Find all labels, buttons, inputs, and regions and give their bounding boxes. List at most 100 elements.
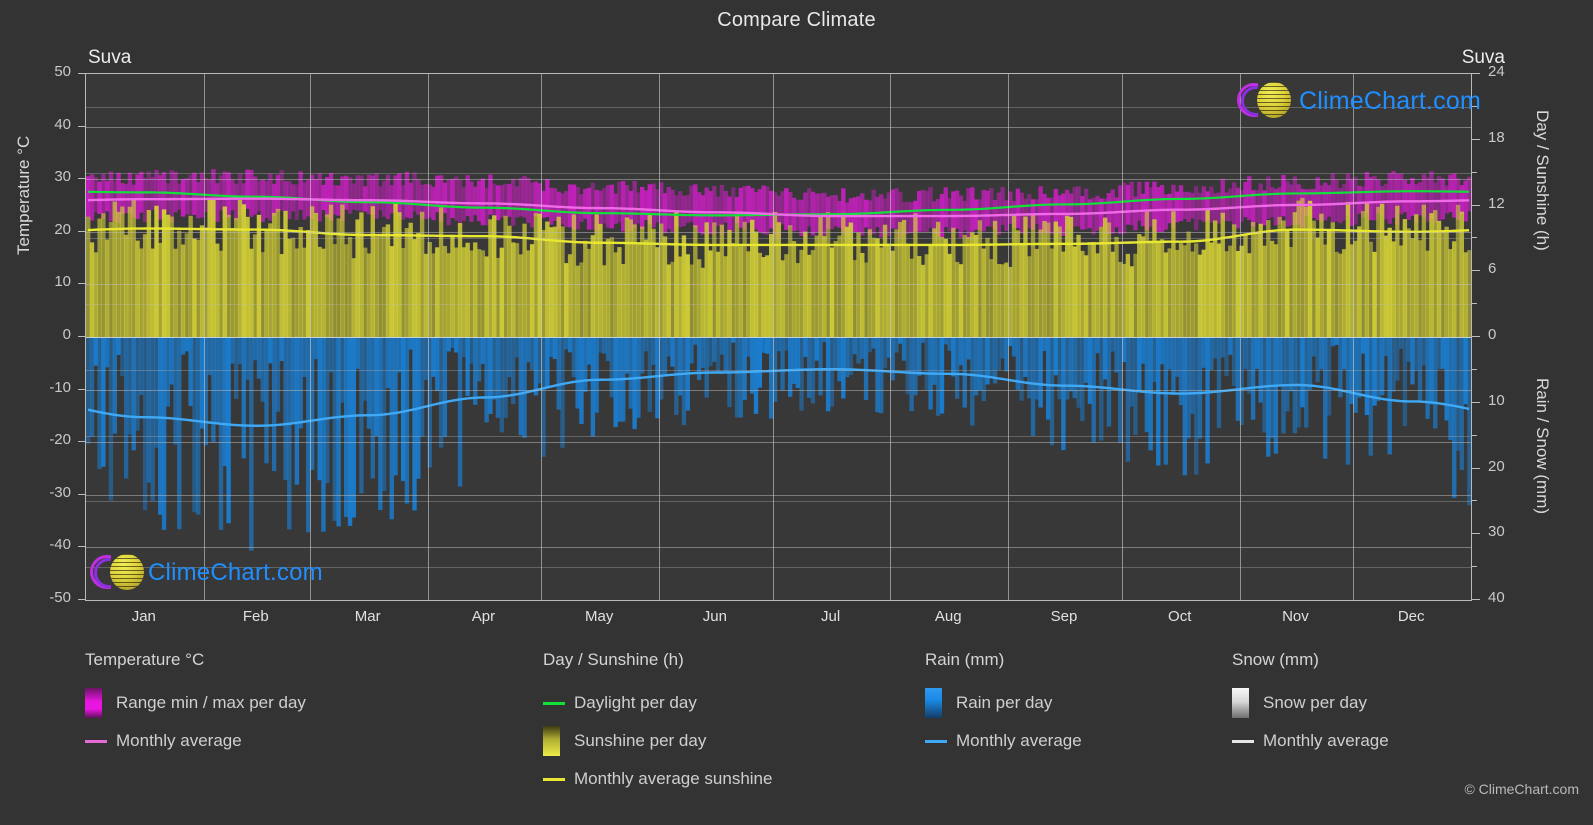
legend-item[interactable]: Rain per day bbox=[925, 684, 1082, 722]
copyright-text: © ClimeChart.com bbox=[1464, 781, 1579, 797]
gridline-horizontal bbox=[86, 126, 1471, 128]
y-tick-mark bbox=[1472, 368, 1477, 370]
x-tick-label-month: Jun bbox=[702, 608, 727, 625]
legend-item-label: Monthly average bbox=[956, 731, 1082, 750]
x-tick-label-month: Jul bbox=[821, 608, 841, 625]
y-tick-mark bbox=[1472, 434, 1477, 436]
legend-swatch bbox=[925, 688, 942, 718]
y-axis-label-day-sunshine: Day / Sunshine (h) bbox=[1533, 110, 1552, 251]
gridline-horizontal bbox=[86, 337, 1471, 338]
climechart-globe-icon bbox=[90, 551, 144, 595]
y-tick-mark bbox=[78, 336, 85, 337]
y-tick-label-day-sunshine: 12 bbox=[1488, 194, 1505, 212]
y-tick-label-temperature: 50 bbox=[54, 63, 71, 80]
y-tick-label-temperature: -30 bbox=[49, 483, 71, 501]
gridline-horizontal-minor bbox=[86, 304, 1471, 306]
legend-item[interactable]: Monthly average sunshine bbox=[543, 760, 772, 798]
y-tick-label-temperature: -40 bbox=[49, 536, 71, 554]
legend-line-swatch bbox=[85, 739, 107, 743]
logo-text: ClimeChart.com bbox=[148, 559, 323, 586]
gridline-vertical bbox=[658, 74, 660, 600]
y-tick-mark bbox=[78, 441, 85, 443]
gridline-vertical bbox=[309, 74, 311, 600]
y-tick-mark bbox=[78, 546, 85, 548]
y-tick-mark bbox=[78, 493, 85, 495]
x-tick-label-month: Feb bbox=[242, 608, 269, 625]
gridline-horizontal bbox=[86, 389, 1471, 391]
y-tick-label-rain-snow: 30 bbox=[1488, 523, 1505, 541]
y-tick-mark bbox=[78, 73, 85, 74]
gridline-horizontal bbox=[86, 442, 1471, 444]
y-tick-mark bbox=[1472, 566, 1477, 568]
legend-item[interactable]: Monthly average bbox=[925, 722, 1082, 760]
y-tick-mark bbox=[78, 125, 85, 127]
y-tick-mark bbox=[1472, 500, 1477, 502]
y-axis-label-rain-snow: Rain / Snow (mm) bbox=[1533, 378, 1552, 515]
y-tick-mark bbox=[1472, 533, 1480, 535]
legend-line bbox=[1232, 739, 1254, 743]
legend-line bbox=[543, 701, 565, 705]
y-tick-mark bbox=[78, 230, 85, 232]
y-tick-mark bbox=[78, 283, 85, 285]
gridline-horizontal-minor bbox=[86, 238, 1471, 240]
legend-group-title: Snow (mm) bbox=[1232, 650, 1319, 669]
gridline-vertical bbox=[541, 74, 543, 600]
y-tick-label-temperature: 30 bbox=[54, 168, 71, 186]
legend-group-snow: Snow (mm) Snow per day Monthly average bbox=[1232, 650, 1389, 760]
legend-items: Daylight per day Sunshine per day Monthly … bbox=[543, 684, 772, 798]
legend-item-label: Sunshine per day bbox=[574, 731, 707, 750]
x-tick-label-month: Dec bbox=[1397, 608, 1425, 625]
y-tick-label-rain-snow: 10 bbox=[1488, 391, 1505, 409]
legend-items: Snow per day Monthly average bbox=[1232, 684, 1389, 760]
gridline-vertical bbox=[1121, 74, 1123, 600]
legend-item[interactable]: Snow per day bbox=[1232, 684, 1389, 722]
legend-item-label: Monthly average sunshine bbox=[574, 769, 773, 788]
legend-group-rain: Rain (mm) Rain per day Monthly average bbox=[925, 650, 1082, 760]
gridline-horizontal bbox=[86, 284, 1471, 286]
legend-line-swatch bbox=[543, 701, 565, 705]
y-tick-mark bbox=[1472, 204, 1480, 206]
climechart-logo-bottom: ClimeChart.com bbox=[90, 551, 323, 595]
legend-item[interactable]: Sunshine per day bbox=[543, 722, 772, 760]
legend-item[interactable]: Range min / max per day bbox=[85, 684, 306, 722]
x-tick-label-month: May bbox=[584, 608, 614, 625]
y-tick-label-day-sunshine: 6 bbox=[1488, 260, 1497, 278]
legend-line bbox=[543, 777, 565, 781]
climechart-globe-icon bbox=[1237, 79, 1291, 123]
legend-group-day-sunshine: Day / Sunshine (h) Daylight per day Sunsh… bbox=[543, 650, 772, 798]
climate-plot-area[interactable] bbox=[85, 73, 1472, 601]
gridline-vertical bbox=[890, 74, 892, 600]
gridline-horizontal bbox=[86, 547, 1471, 549]
y-tick-mark bbox=[1472, 303, 1477, 305]
page-title: Compare Climate bbox=[717, 9, 876, 31]
x-tick-label-month: Apr bbox=[471, 608, 496, 625]
y-tick-mark bbox=[1472, 467, 1480, 469]
gridline-vertical bbox=[427, 74, 429, 600]
x-tick-label-month: Sep bbox=[1050, 608, 1078, 625]
gridline-vertical bbox=[1239, 74, 1241, 600]
legend-item-label: Monthly average bbox=[116, 731, 242, 750]
y-tick-mark bbox=[1472, 138, 1480, 140]
gridline-horizontal-minor bbox=[86, 369, 1471, 371]
gridline-vertical bbox=[772, 74, 774, 600]
x-tick-label-month: Mar bbox=[354, 608, 381, 625]
legend-item[interactable]: Daylight per day bbox=[543, 684, 772, 722]
gridline-vertical bbox=[1008, 74, 1010, 600]
legend-group-title: Rain (mm) bbox=[925, 650, 1005, 669]
y-tick-mark bbox=[78, 599, 85, 600]
x-tick-label-month: Jan bbox=[131, 608, 156, 625]
climechart-logo-top: ClimeChart.com bbox=[1237, 79, 1481, 123]
legend-item-label: Rain per day bbox=[956, 693, 1053, 712]
legend-items: Range min / max per day Monthly average bbox=[85, 684, 306, 760]
legend-line-swatch bbox=[1232, 739, 1254, 743]
y-tick-label-day-sunshine: 0 bbox=[1488, 326, 1497, 343]
gridline-vertical bbox=[203, 74, 205, 600]
chart-legend: Temperature °C Range min / max per day Mo… bbox=[0, 650, 1593, 825]
legend-group-title: Day / Sunshine (h) bbox=[543, 650, 684, 669]
y-tick-mark bbox=[1472, 401, 1480, 403]
legend-item-label: Daylight per day bbox=[574, 693, 697, 712]
legend-item[interactable]: Monthly average bbox=[1232, 722, 1389, 760]
legend-line-swatch bbox=[925, 739, 947, 743]
logo-text: ClimeChart.com bbox=[1299, 86, 1481, 115]
legend-item[interactable]: Monthly average bbox=[85, 722, 306, 760]
